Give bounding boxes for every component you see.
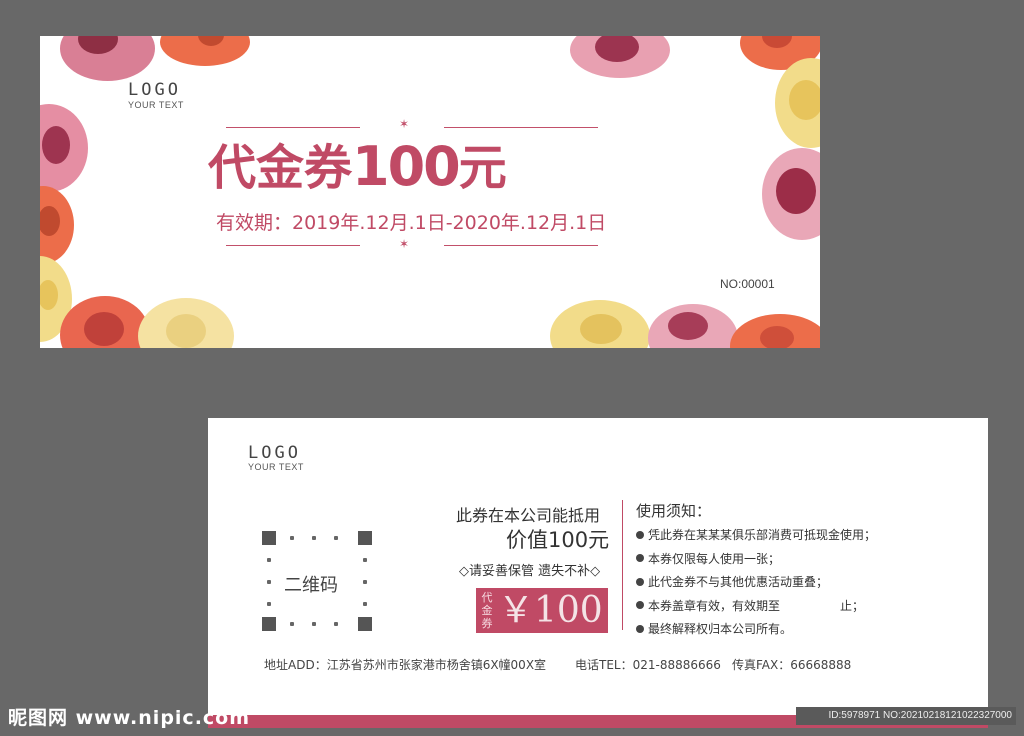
rose-decoration [648,304,738,348]
divider-line [226,245,360,246]
logo-subtitle: YOUR TEXT [248,462,304,472]
divider-line [444,245,598,246]
notice-title: 使用须知： [636,502,712,520]
qr-corner [262,531,276,545]
badge-value: ￥100 [498,590,603,631]
serial-number: NO:00001 [720,277,775,291]
section-divider [622,500,623,630]
qr-code-label: 二维码 [284,575,338,596]
notice-list: 凭此券在某某某俱乐部消费可抵现金使用； 本券仅限每人使用一张； 此代金券不与其他… [636,524,876,642]
logo: LOGO [248,443,301,463]
bullet-icon [636,554,644,562]
list-item: 最终解释权归本公司所有。 [636,618,876,642]
rose-decoration [60,36,155,81]
value-text: 价值100元 [506,528,610,552]
bullet-icon [636,530,644,539]
phone: 电话TEL：021-88886666 [575,658,721,672]
rose-decoration [160,36,250,66]
fax: 传真FAX：66668888 [732,658,852,672]
watermark-id: ID:5978971 NO:20210218121022327000 [796,707,1016,725]
voucher-title: 代金券100元 [208,128,507,198]
qr-corner [358,531,372,545]
voucher-front: LOGO YOUR TEXT ✶ 代金券100元 有效期：2019年.12月.1… [40,36,820,348]
qr-corner [262,617,276,631]
star-icon: ✶ [399,237,410,251]
rose-decoration [60,296,150,348]
title-prefix: 代金券 [208,140,353,196]
list-item: 凭此券在某某某俱乐部消费可抵现金使用； [636,524,876,548]
list-item: 此代金券不与其他优惠活动重叠； [636,571,876,595]
validity-period: 有效期：2019年.12月.1日-2020年.12月.1日 [216,212,607,234]
rose-decoration [40,104,88,192]
voucher-value-badge: 代金券 ￥100 [476,588,608,633]
address: 地址ADD：江苏省苏州市张家港市杨舍镇6X幢00X室 [264,658,547,672]
rose-decoration [40,186,74,264]
logo-subtitle: YOUR TEXT [128,100,184,110]
rose-decoration [730,314,820,348]
voucher-back: LOGO YOUR TEXT 二维码 此券在本公司能抵用 价值100元 ◇请妥善… [208,418,988,728]
rose-decoration [550,300,650,348]
title-amount: 100 [352,135,461,198]
watermark-site: 昵图网 www.nipic.com [8,707,251,729]
usable-text: 此券在本公司能抵用 [456,506,601,525]
badge-tag: 代金券 [481,591,493,630]
list-item: 本券盖章有效，有效期至 止； [636,595,876,619]
keep-safe-note: ◇请妥善保管 遗失不补◇ [459,564,601,579]
rose-decoration [570,36,670,78]
rose-decoration [775,58,820,148]
bullet-icon [636,624,644,633]
bullet-icon [636,601,644,609]
title-suffix: 元 [458,140,507,196]
list-item: 本券仅限每人使用一张； [636,548,876,572]
qr-corner [358,617,372,631]
bullet-icon [636,577,644,586]
rose-decoration [138,298,234,348]
logo: LOGO [128,80,181,100]
rose-decoration [762,148,820,240]
